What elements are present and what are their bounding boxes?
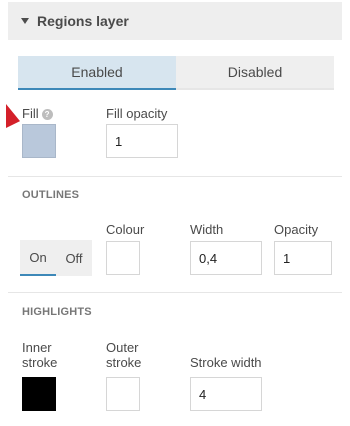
caret-down-icon[interactable] — [21, 18, 29, 24]
outlines-on-button[interactable]: On — [20, 240, 56, 276]
regions-layer-header[interactable]: Regions layer — [8, 2, 342, 40]
inner-stroke-label-line1: Inner — [22, 340, 52, 355]
outer-stroke-color-swatch[interactable] — [106, 377, 140, 411]
outline-opacity-input[interactable] — [274, 241, 332, 275]
colour-label: Colour — [106, 222, 145, 237]
layer-title: Regions layer — [37, 13, 129, 29]
width-label: Width — [190, 222, 224, 237]
highlights-section-title: HIGHLIGHTS — [22, 306, 92, 318]
outlines-on-off-toggle: On Off — [20, 240, 92, 276]
enabled-button[interactable]: Enabled — [18, 56, 176, 90]
stroke-width-input[interactable] — [190, 377, 262, 411]
inner-stroke-color-swatch[interactable] — [22, 377, 56, 411]
divider — [8, 176, 342, 177]
opacity-label: Opacity — [274, 222, 319, 237]
disabled-button[interactable]: Disabled — [176, 56, 334, 90]
outline-colour-swatch[interactable] — [106, 241, 140, 275]
fill-label-group: Fill? — [22, 106, 53, 121]
outline-width-input[interactable] — [190, 241, 262, 275]
outlines-section-title: OUTLINES — [22, 189, 80, 201]
divider — [8, 292, 342, 293]
fill-opacity-label: Fill opacity — [106, 106, 168, 121]
outer-stroke-label-line1: Outer — [106, 340, 139, 355]
outer-stroke-label: Outer stroke — [106, 340, 141, 370]
inner-stroke-label: Inner stroke — [22, 340, 57, 370]
fill-color-swatch[interactable] — [22, 124, 56, 158]
inner-stroke-label-line2: stroke — [22, 355, 58, 370]
enabled-disabled-toggle: Enabled Disabled — [18, 56, 334, 90]
layer-settings-panel: Regions layer Enabled Disabled Fill? Fil… — [0, 0, 350, 426]
fill-opacity-input[interactable] — [106, 124, 178, 158]
outer-stroke-label-line2: stroke — [106, 355, 142, 370]
help-icon[interactable]: ? — [41, 109, 53, 120]
stroke-width-label: Stroke width — [190, 355, 262, 370]
fill-label: Fill — [22, 106, 39, 121]
outlines-off-button[interactable]: Off — [56, 240, 92, 276]
